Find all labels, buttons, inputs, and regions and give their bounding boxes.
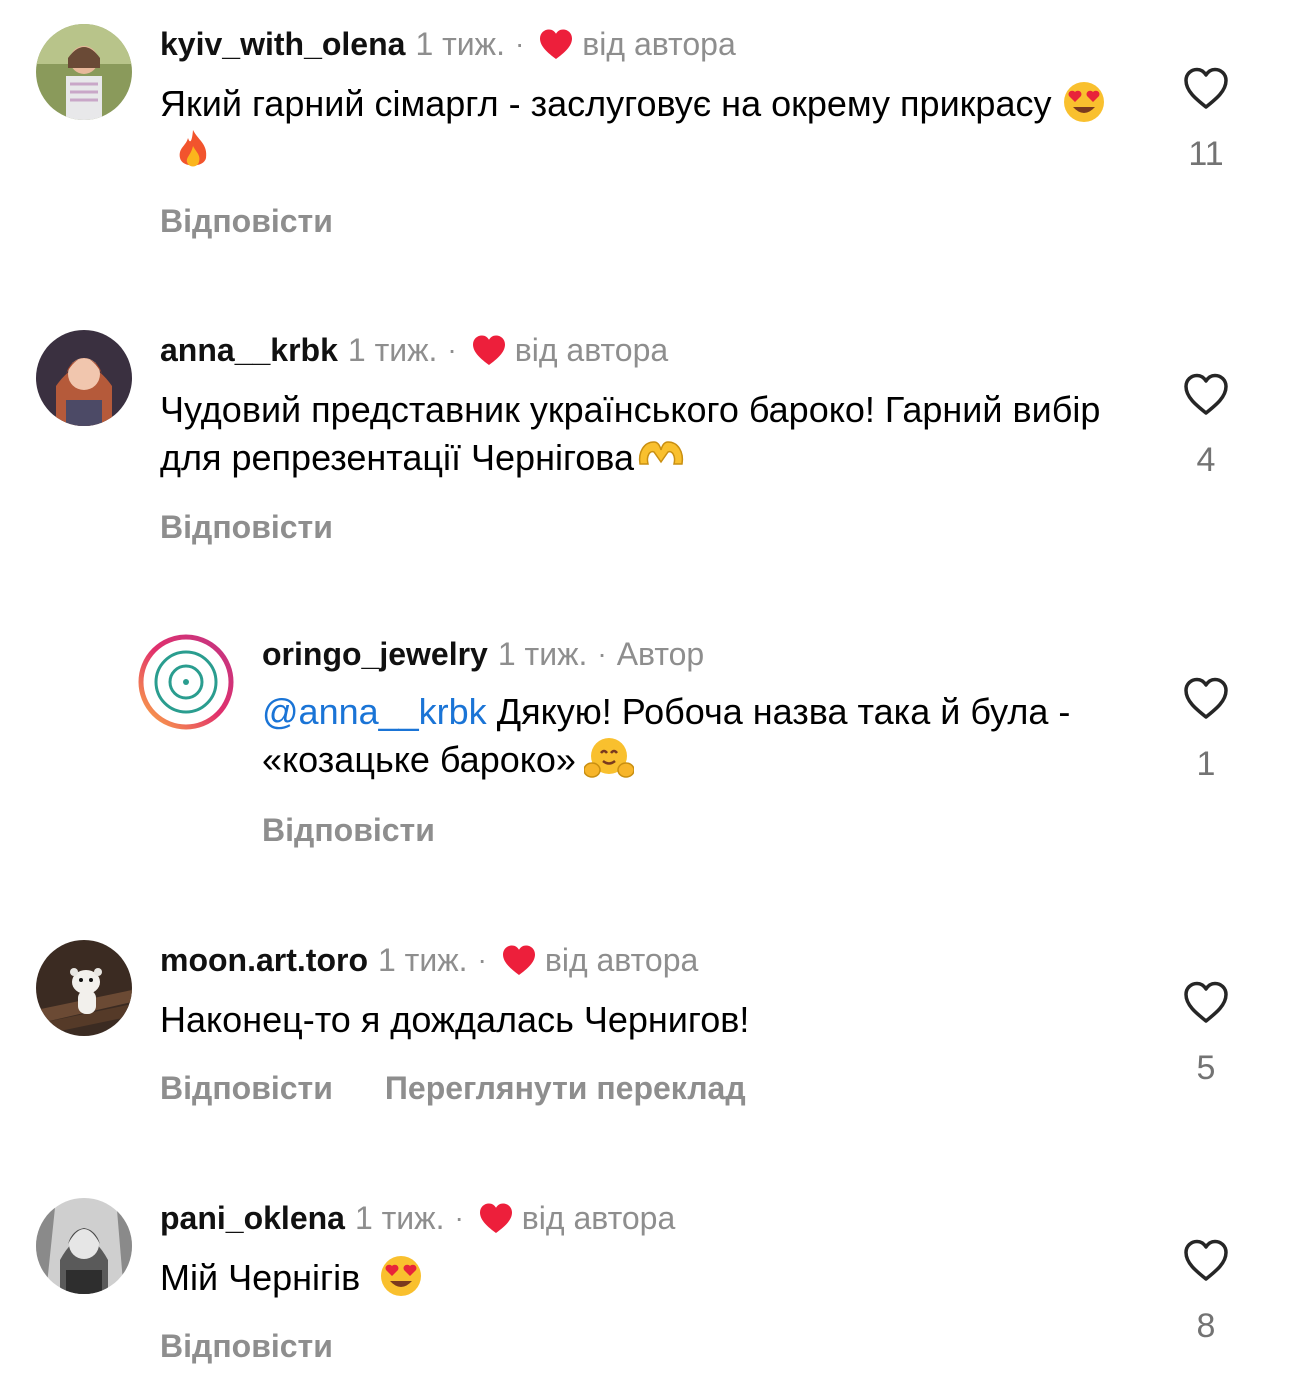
heart-eyes-emoji	[1059, 80, 1109, 124]
like-control: 11	[1166, 66, 1246, 174]
like-control: 8	[1166, 1238, 1246, 1346]
separator-dot: ·	[447, 334, 457, 365]
reply-item: oringo_jewelry 1 тиж. · Автор @anna__krb…	[0, 610, 1290, 910]
timestamp: 1 тиж.	[354, 1200, 445, 1236]
avatar[interactable]	[36, 1198, 132, 1294]
heart-outline-icon[interactable]	[1182, 372, 1230, 416]
comment-text: @anna__krbk Дякую! Робоча назва така й б…	[262, 688, 1122, 784]
comment-header: anna__krbk 1 тиж. · від автора	[160, 330, 668, 370]
comment-item: moon.art.toro 1 тиж. · від автора Наконе…	[0, 916, 1290, 1166]
heart-outline-icon[interactable]	[1182, 676, 1230, 720]
comment-text: Чудовий представник українського бароко!…	[160, 386, 1120, 482]
liked-by-author-label: від автора	[544, 942, 699, 978]
comment-text: Який гарний сімаргл - заслуговує на окре…	[160, 80, 1120, 176]
timestamp: 1 тиж.	[415, 26, 505, 62]
comment-item: kyiv_with_olena 1 тиж. · від автора Який…	[0, 0, 1290, 300]
heart-outline-icon[interactable]	[1182, 1238, 1230, 1282]
comment-actions: Відповісти	[160, 1326, 333, 1366]
heart-eyes-emoji	[376, 1254, 426, 1298]
hugging-face-emoji	[584, 736, 634, 780]
separator-dot: ·	[477, 944, 487, 975]
see-translation-button[interactable]: Переглянути переклад	[385, 1068, 746, 1108]
like-count: 11	[1188, 135, 1224, 173]
liked-by-author-heart-icon	[501, 943, 537, 977]
like-count: 4	[1196, 441, 1216, 479]
liked-by-author-heart-icon	[538, 27, 574, 61]
heart-hands-emoji	[636, 434, 686, 478]
liked-by-author-label: від автора	[582, 26, 736, 62]
reply-button[interactable]: Відповісти	[160, 507, 333, 547]
separator-dot: ·	[454, 1202, 464, 1233]
avatar[interactable]	[36, 940, 132, 1036]
comment-header: oringo_jewelry 1 тиж. · Автор	[262, 634, 704, 674]
liked-by-author-heart-icon	[478, 1201, 514, 1235]
comment-text: Мій Чернігів	[160, 1254, 1120, 1302]
comment-actions: Відповісти	[160, 201, 333, 241]
comment-actions: Відповісти Переглянути переклад	[160, 1068, 746, 1108]
timestamp: 1 тиж.	[497, 636, 588, 672]
reply-button[interactable]: Відповісти	[262, 810, 435, 850]
comment-body: Мій Чернігів	[160, 1257, 361, 1298]
avatar-photo	[36, 330, 132, 426]
fire-emoji	[168, 128, 218, 172]
comment-header: moon.art.toro 1 тиж. · від автора	[160, 940, 698, 980]
mention-link[interactable]: @anna__krbk	[262, 691, 487, 732]
comment-header: kyiv_with_olena 1 тиж. · від автора	[160, 24, 736, 64]
separator-dot: ·	[597, 638, 607, 669]
heart-outline-icon[interactable]	[1182, 66, 1230, 110]
comment-actions: Відповісти	[262, 810, 435, 850]
comment-body: Наконец-то я дождалась Чернигов!	[160, 999, 750, 1040]
avatar-photo	[36, 24, 132, 120]
reply-button[interactable]: Відповісти	[160, 1068, 333, 1108]
avatar[interactable]	[36, 330, 132, 426]
separator-dot: ·	[514, 28, 525, 59]
like-control: 4	[1166, 372, 1246, 480]
comment-header: pani_oklena 1 тиж. · від автора	[160, 1198, 675, 1238]
comment-item: pani_oklena 1 тиж. · від автора Мій Черн…	[0, 1174, 1290, 1397]
avatar-photo	[36, 940, 132, 1036]
comment-body: Чудовий представник українського бароко!…	[160, 389, 1101, 478]
timestamp: 1 тиж.	[347, 332, 438, 368]
author-badge: Автор	[616, 636, 705, 672]
like-count: 8	[1196, 1307, 1216, 1345]
like-control: 5	[1166, 980, 1246, 1088]
reply-button[interactable]: Відповісти	[160, 1326, 333, 1366]
username[interactable]: moon.art.toro	[160, 940, 368, 980]
timestamp: 1 тиж.	[377, 942, 468, 978]
avatar[interactable]	[138, 634, 234, 730]
like-control: 1	[1166, 676, 1246, 784]
like-count: 5	[1196, 1049, 1216, 1087]
heart-outline-icon[interactable]	[1182, 980, 1230, 1024]
avatar-story-ring	[138, 634, 234, 730]
avatar-photo	[36, 1198, 132, 1294]
comment-body: Який гарний сімаргл - заслуговує на окре…	[160, 83, 1052, 124]
comment-item: anna__krbk 1 тиж. · від автора Чудовий п…	[0, 306, 1290, 606]
liked-by-author-label: від автора	[521, 1200, 676, 1236]
liked-by-author-label: від автора	[514, 332, 669, 368]
comment-text: Наконец-то я дождалась Чернигов!	[160, 996, 1120, 1044]
like-count: 1	[1196, 745, 1216, 783]
username[interactable]: oringo_jewelry	[262, 634, 488, 674]
liked-by-author-heart-icon	[471, 333, 507, 367]
avatar[interactable]	[36, 24, 132, 120]
username[interactable]: pani_oklena	[160, 1198, 345, 1238]
username[interactable]: anna__krbk	[160, 330, 338, 370]
reply-button[interactable]: Відповісти	[160, 201, 333, 241]
username[interactable]: kyiv_with_olena	[160, 24, 405, 64]
comment-actions: Відповісти	[160, 507, 333, 547]
